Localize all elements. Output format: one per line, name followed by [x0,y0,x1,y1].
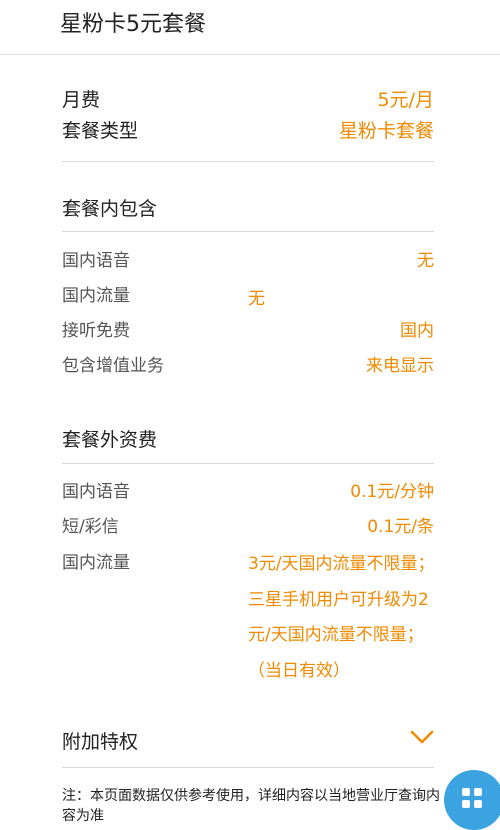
privilege-toggle[interactable]: 附加特权 [62,726,138,758]
section-title-included: 套餐内包含 [62,198,158,220]
page-title: 星粉卡5元套餐 [60,12,206,37]
included-vas-label: 包含增值业务 [62,356,164,376]
grid-icon [462,800,470,808]
extra-sms-value: 0.1元/条 [367,517,434,537]
plan-type-value: 星粉卡套餐 [338,120,434,142]
divider [62,231,434,232]
monthly-fee-row: 月费 5元/月 [62,84,434,116]
monthly-fee-label: 月费 [62,89,101,111]
top-bar: 星粉卡5元套餐 [0,0,500,55]
included-row-voice: 国内语音 无 [62,245,434,277]
included-incoming-label: 接听免费 [62,321,130,341]
extra-row-sms: 短/彩信 0.1元/条 [62,511,434,543]
extra-data-label: 国内流量 [62,553,130,573]
extra-sms-label: 短/彩信 [62,517,119,537]
monthly-fee-value: 5元/月 [377,89,435,111]
disclaimer-note: 注：本页面数据仅供参考使用，详细内容以当地营业厅查询内容为准 [62,788,440,824]
included-data-value: 无 [248,289,265,309]
included-voice-value: 无 [417,251,434,271]
grid-icon [474,800,482,808]
divider [62,767,434,768]
divider [62,161,434,162]
section-title-extra: 套餐外资费 [62,429,158,451]
extra-voice-label: 国内语音 [62,482,130,502]
included-incoming-value: 国内 [400,321,434,341]
plan-type-label: 套餐类型 [62,120,139,142]
included-data-label: 国内流量 [62,286,130,306]
extra-data-value: 3元/天国内流量不限量；三星手机用户可升级为2元/天国内流量不限量；（当日有效） [248,554,435,681]
included-voice-label: 国内语音 [62,251,130,271]
included-row-incoming: 接听免费 国内 [62,315,434,347]
privilege-title: 附加特权 [62,731,139,753]
grid-icon [474,788,482,796]
extra-voice-value: 0.1元/分钟 [350,482,434,502]
chevron-down-icon[interactable] [410,727,434,747]
divider [62,463,434,464]
plan-type-row: 套餐类型 星粉卡套餐 [62,115,434,147]
grid-icon [462,788,470,796]
included-row-vas: 包含增值业务 来电显示 [62,350,434,382]
menu-fab-button[interactable] [444,770,500,830]
included-vas-value: 来电显示 [366,356,434,376]
extra-row-voice: 国内语音 0.1元/分钟 [62,476,434,508]
